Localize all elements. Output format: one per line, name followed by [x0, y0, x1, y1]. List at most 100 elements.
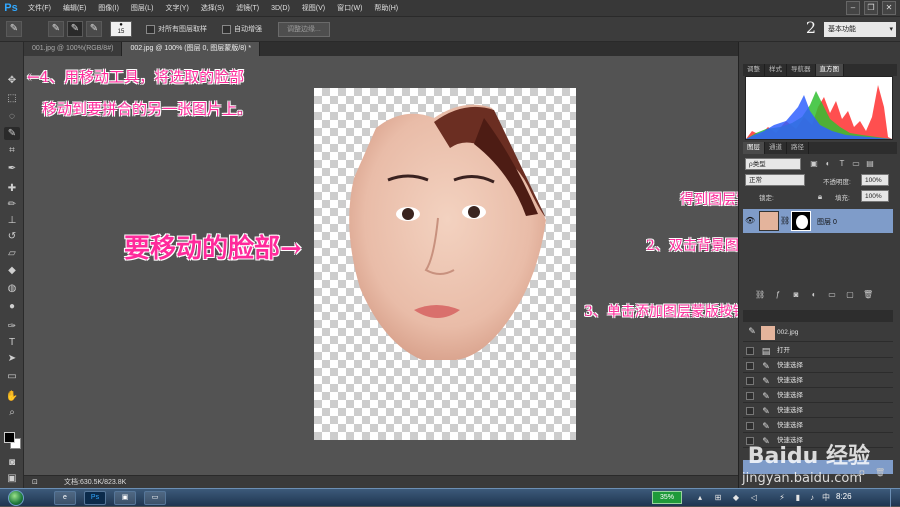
crop-tool-icon[interactable]: ⌗ — [4, 144, 20, 157]
brush-size-picker[interactable]: ●15 — [110, 21, 132, 37]
menu-select[interactable]: 选择(S) — [195, 0, 230, 17]
history-item[interactable]: ✎快速选择 — [743, 389, 893, 403]
filter-adjustment-icon[interactable]: ◐ — [823, 159, 833, 169]
blend-mode-select[interactable]: 正常 — [745, 174, 805, 186]
battery-meter[interactable]: 35% — [652, 491, 682, 504]
photoshop-taskbar-icon[interactable]: Ps — [84, 491, 106, 505]
filter-pixel-icon[interactable]: ▣ — [809, 159, 819, 169]
refine-edge-button[interactable]: 调整边缘... — [278, 22, 330, 37]
blur-tool-icon[interactable]: ◍ — [4, 282, 20, 295]
zoom-tool-icon[interactable]: ⌕ — [4, 406, 20, 419]
history-checkbox[interactable] — [746, 377, 754, 385]
eyedropper-tool-icon[interactable]: ✒ — [4, 162, 20, 175]
new-group-icon[interactable]: ▭ — [827, 290, 837, 300]
ime-icon[interactable]: 中 — [820, 492, 832, 504]
chain-link-icon[interactable]: ⛓ — [780, 216, 790, 226]
visibility-eye-icon[interactable]: 👁︎ — [745, 216, 755, 226]
history-checkbox[interactable] — [746, 392, 754, 400]
rectangle-tool-icon[interactable]: ▭ — [4, 370, 20, 383]
pen-tool-icon[interactable]: ✑ — [4, 320, 20, 333]
menu-edit[interactable]: 编辑(E) — [57, 0, 92, 17]
fx-icon[interactable]: ƒ — [773, 290, 783, 300]
tab-layers[interactable]: 图层 — [743, 142, 765, 154]
menu-filter[interactable]: 滤镜(T) — [230, 0, 265, 17]
workspace-select[interactable]: 基本功能▾ — [824, 22, 896, 37]
tab-paths[interactable]: 路径 — [787, 142, 809, 154]
link-layers-icon[interactable]: ⛓ — [755, 290, 765, 300]
menu-3d[interactable]: 3D(D) — [265, 0, 296, 17]
move-tool-icon[interactable]: ✥ — [4, 74, 20, 87]
tab-channels[interactable]: 通道 — [765, 142, 787, 154]
quick-selection-tool-icon[interactable]: ✎ — [4, 127, 20, 140]
ie-icon[interactable]: e — [54, 491, 76, 505]
filter-type-icon[interactable]: T — [837, 159, 847, 169]
lock-icon[interactable]: 🔒︎ — [815, 192, 825, 202]
new-layer-icon[interactable]: ▢ — [845, 290, 855, 300]
menu-window[interactable]: 窗口(W) — [331, 0, 368, 17]
layer-mask-thumbnail[interactable] — [791, 211, 811, 231]
history-checkbox[interactable] — [746, 422, 754, 430]
delete-layer-icon[interactable]: 🗑︎ — [863, 290, 873, 300]
filter-shape-icon[interactable]: ▭ — [851, 159, 861, 169]
history-item[interactable]: ✎快速选择 — [743, 374, 893, 388]
start-button[interactable] — [8, 490, 24, 506]
path-selection-tool-icon[interactable]: ➤ — [4, 352, 20, 365]
fill-input[interactable]: 100% — [861, 190, 889, 202]
menu-view[interactable]: 视图(V) — [296, 0, 331, 17]
new-selection-icon[interactable]: ✎ — [48, 21, 64, 37]
sample-all-layers-checkbox[interactable] — [146, 25, 155, 34]
adjustment-layer-icon[interactable]: ◐ — [809, 290, 819, 300]
add-mask-icon[interactable]: ◙ — [791, 290, 801, 300]
layer-row-layer0[interactable]: 👁︎ ⛓ 图层 0 — [743, 209, 893, 233]
tab-001-jpg[interactable]: 001.jpg @ 100%(RGB/8#) — [24, 42, 122, 56]
brush-tool-icon[interactable]: ✏ — [4, 198, 20, 211]
history-checkbox[interactable] — [746, 407, 754, 415]
explorer-icon[interactable]: ▭ — [144, 491, 166, 505]
image-viewer-icon[interactable]: ▣ — [114, 491, 136, 505]
subtract-selection-icon[interactable]: ✎ — [86, 21, 102, 37]
tab-002-jpg[interactable]: 002.jpg @ 100% (图层 0, 图层蒙版/8) * — [122, 42, 260, 56]
menu-file[interactable]: 文件(F) — [22, 0, 57, 17]
clone-stamp-tool-icon[interactable]: ⊥ — [4, 214, 20, 227]
layer-kind-filter[interactable]: ρ类型 — [745, 158, 801, 170]
screen-mode-icon[interactable]: ▣ — [4, 472, 20, 485]
add-to-selection-icon[interactable]: ✎ — [67, 21, 83, 37]
network-icon[interactable]: ⊞ — [712, 492, 724, 504]
menu-type[interactable]: 文字(Y) — [159, 0, 194, 17]
menu-image[interactable]: 图像(I) — [92, 0, 125, 17]
history-checkbox[interactable] — [746, 362, 754, 370]
dodge-tool-icon[interactable]: ● — [4, 300, 20, 313]
healing-brush-tool-icon[interactable]: ✚ — [4, 182, 20, 195]
tab-adjustments[interactable]: 调整 — [743, 64, 765, 76]
history-checkbox[interactable] — [746, 347, 754, 355]
volume-icon[interactable]: ♪ — [806, 492, 818, 504]
history-brush-tool-icon[interactable]: ↺ — [4, 230, 20, 243]
signal-icon[interactable]: ▮ — [792, 492, 804, 504]
filter-smart-object-icon[interactable]: ▤ — [865, 159, 875, 169]
document-canvas[interactable] — [314, 88, 576, 440]
auto-enhance-checkbox[interactable] — [222, 25, 231, 34]
tray-icon[interactable]: ▴ — [694, 492, 706, 504]
paint-bucket-tool-icon[interactable]: ◆ — [4, 264, 20, 277]
tool-preset-icon[interactable]: ✎ — [6, 21, 22, 37]
marquee-tool-icon[interactable]: ⬚ — [4, 92, 20, 105]
tab-histogram[interactable]: 直方图 — [816, 64, 845, 76]
tab-navigator[interactable]: 导航器 — [787, 64, 816, 76]
show-desktop-button[interactable] — [890, 489, 900, 507]
hand-tool-icon[interactable]: ✋ — [4, 390, 20, 403]
tab-styles[interactable]: 样式 — [765, 64, 787, 76]
history-item[interactable]: ▤打开 — [743, 344, 893, 358]
type-tool-icon[interactable]: T — [4, 336, 20, 349]
trash-icon[interactable]: 🗑︎ — [875, 468, 885, 478]
clock[interactable]: 8:26 — [836, 492, 852, 501]
speaker-icon[interactable]: ◁ — [748, 492, 760, 504]
history-item[interactable]: ✎快速选择 — [743, 359, 893, 373]
minimize-button[interactable]: – — [846, 1, 860, 15]
power-icon[interactable]: ⚡ — [776, 492, 788, 504]
eraser-tool-icon[interactable]: ▱ — [4, 247, 20, 260]
quick-mask-icon[interactable]: ◙ — [4, 456, 20, 469]
foreground-color-swatch[interactable] — [4, 432, 15, 443]
history-item[interactable]: ✎快速选择 — [743, 419, 893, 433]
close-button[interactable]: ✕ — [882, 1, 896, 15]
menu-help[interactable]: 帮助(H) — [368, 0, 404, 17]
